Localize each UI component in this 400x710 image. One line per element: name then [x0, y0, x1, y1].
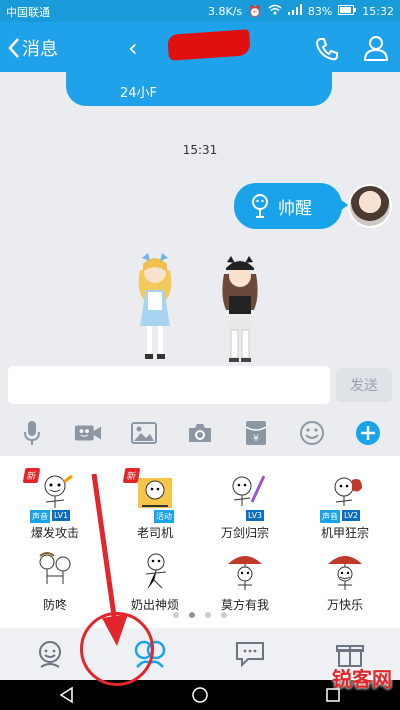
blonde-girl-figure [138, 253, 172, 359]
emoticon-label: 万剑归宗 [220, 526, 269, 540]
watermark: 锐客网 [332, 667, 392, 691]
chat-bubble-icon [236, 642, 264, 668]
sound-tag: 声音 [30, 510, 50, 523]
battery-level: 83% [307, 4, 333, 18]
previous-message-bubble[interactable]: 24小F [66, 68, 332, 106]
emoticon-item[interactable]: 声音 LV2 机甲狂宗 [300, 466, 390, 542]
red-circle-annotation [80, 612, 154, 686]
level-tag: LV2 [342, 510, 361, 521]
battery-icon [338, 4, 357, 18]
person-icon[interactable] [362, 34, 390, 62]
title-chevron-icon: ‹ [128, 34, 138, 62]
nav-back-icon[interactable] [58, 686, 76, 704]
svg-text:¥: ¥ [253, 434, 259, 444]
mecha-figure-icon [334, 477, 362, 506]
my-message-text: 帅醒 [278, 198, 312, 219]
phone-icon[interactable] [314, 36, 340, 62]
level-tag: LV1 [52, 510, 71, 521]
activity-tag: 活动 [154, 510, 174, 523]
umbrella-figure-icon [328, 556, 362, 590]
camera-icon[interactable] [186, 419, 214, 447]
emoticon-item[interactable]: LV3 万剑归宗 [200, 466, 290, 542]
signal-icon [287, 4, 302, 18]
avatar[interactable] [348, 184, 392, 228]
status-indicators: 3.8K/s ⏰ 83% 15:32 [208, 4, 394, 18]
status-time: 15:32 [362, 4, 394, 18]
carrier-label: 中国联通 [6, 6, 50, 19]
tab-classic-emoji[interactable] [30, 634, 70, 674]
emoticon-label: 莫方有我 [220, 598, 269, 612]
input-toolbar: ¥ [0, 412, 400, 454]
umbrella-figure-icon [228, 556, 262, 590]
page-dot[interactable] [221, 612, 227, 618]
dark-hair-girl-figure [222, 256, 258, 363]
send-button[interactable]: 发送 [336, 368, 392, 402]
page-dot-active[interactable] [189, 612, 195, 618]
couple-stick-figure-icon [39, 552, 71, 584]
page-dot[interactable] [205, 612, 211, 618]
microphone-icon[interactable] [18, 419, 46, 447]
level-tag: LV3 [246, 510, 265, 521]
emoji-icon[interactable] [298, 419, 326, 447]
back-label: 消息 [22, 39, 58, 60]
nav-home-icon[interactable] [191, 686, 209, 704]
smile-face-icon [39, 641, 61, 668]
status-bar: 中国联通 3.8K/s ⏰ 83% 15:32 [0, 0, 400, 22]
wifi-icon [268, 4, 282, 18]
redacted-contact-name [167, 29, 251, 61]
emoticon-item[interactable]: 莫方有我 [200, 544, 290, 620]
image-icon[interactable] [130, 419, 158, 447]
page-indicator [0, 612, 400, 618]
emoticon-panel: 新 声音 LV1 爆发攻击 新 活动 老司机 LV3 万剑归宗 声音 LV2 机… [0, 456, 400, 628]
page-dot[interactable] [173, 612, 179, 618]
message-input[interactable] [8, 366, 330, 404]
emoticon-label: 万快乐 [326, 598, 363, 612]
emoticon-item[interactable]: 万快乐 [300, 544, 390, 620]
video-icon[interactable] [74, 419, 102, 447]
my-message-bubble[interactable]: 帅醒 [234, 183, 348, 229]
red-packet-icon[interactable]: ¥ [242, 419, 270, 447]
new-badge: 新 [22, 468, 41, 483]
chat-timestamp: 15:31 [182, 143, 218, 157]
chevron-left-icon [8, 38, 19, 58]
voice-emoticon-icon [252, 194, 268, 218]
emoticon-label: 机甲狂宗 [320, 526, 369, 540]
sword-figure-icon [232, 475, 266, 506]
back-button[interactable]: 消息 [8, 35, 58, 61]
tab-chat-emoticons[interactable] [230, 634, 270, 674]
net-speed: 3.8K/s [207, 4, 243, 18]
previous-message-text: 24小F [120, 86, 158, 101]
stick-figure-icon [44, 474, 73, 508]
sound-tag: 声音 [320, 510, 340, 523]
plus-icon[interactable] [354, 419, 382, 447]
alarm-icon: ⏰ [248, 4, 262, 18]
chat-header: 消息 ‹ [0, 22, 400, 72]
